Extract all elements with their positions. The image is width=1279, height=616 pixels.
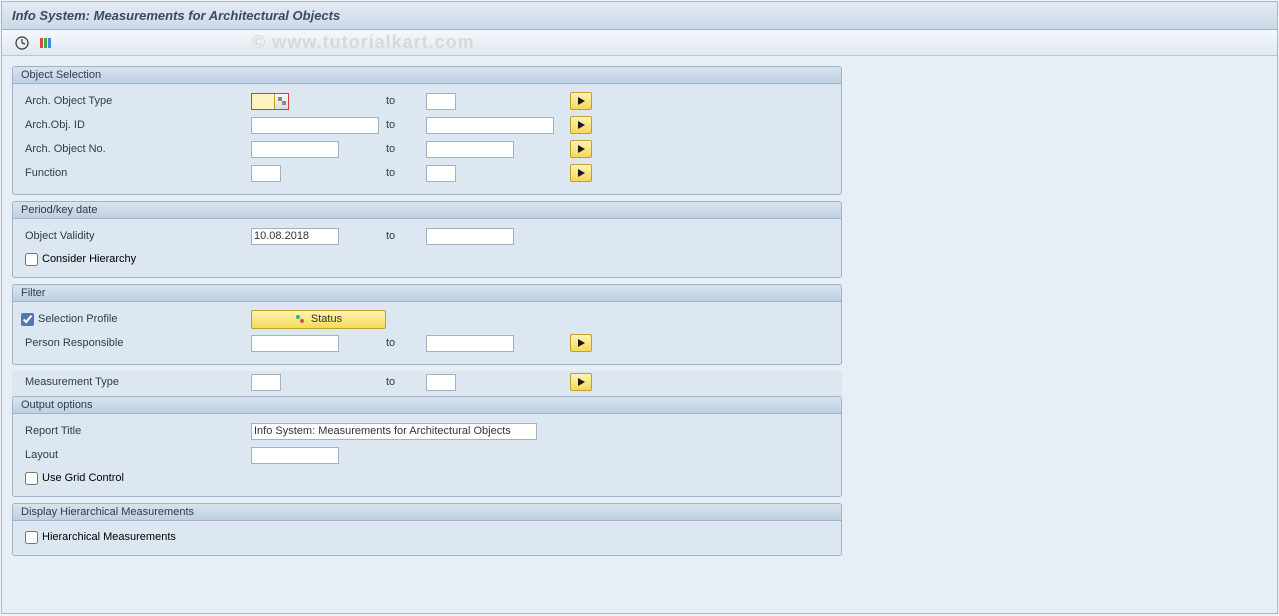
row-measurement-type: Measurement Type to [12,371,842,396]
object-validity-to-input[interactable] [426,228,514,245]
content-area: Object Selection Arch. Object Type to [2,56,1277,572]
toolbar: © www.tutorialkart.com [2,30,1277,56]
group-period: Period/key date Object Validity to Consi… [12,201,842,278]
arrow-right-icon [578,121,585,129]
clock-execute-icon [14,35,30,51]
row-layout: Layout [21,444,833,466]
consider-hierarchy-label: Consider Hierarchy [42,253,136,265]
status-icon [295,314,305,324]
function-to-input[interactable] [426,165,456,182]
arrow-right-icon [578,339,585,347]
label: Arch. Object Type [21,95,251,107]
sap-window: Info System: Measurements for Architectu… [1,1,1278,614]
row-arch-object-no: Arch. Object No. to [21,138,833,160]
label: Arch. Object No. [21,143,251,155]
to-label: to [386,95,426,107]
use-grid-label: Use Grid Control [42,472,124,484]
person-responsible-from-input[interactable] [251,335,339,352]
arch-obj-id-from-input[interactable] [251,117,379,134]
label: Measurement Type [21,376,251,388]
measurement-type-from-input[interactable] [251,374,281,391]
f4-help-icon[interactable] [274,94,288,109]
group-header: Filter [13,285,841,302]
consider-hierarchy-checkbox[interactable] [25,253,38,266]
to-label: to [386,230,426,242]
layout-input[interactable] [251,447,339,464]
object-validity-from-input[interactable] [251,228,339,245]
hierarchical-label: Hierarchical Measurements [42,531,176,543]
status-button-label: Status [311,313,342,325]
arrow-right-icon [578,145,585,153]
hierarchical-checkbox[interactable] [25,531,38,544]
person-responsible-to-input[interactable] [426,335,514,352]
to-label: to [386,167,426,179]
label: Person Responsible [21,337,251,349]
arch-object-type-from-input[interactable] [252,94,274,109]
group-output-options: Output options Report Title Layout Use G… [12,396,842,497]
arch-object-no-to-input[interactable] [426,141,514,158]
row-hierarchical: Hierarchical Measurements [21,527,833,547]
arch-object-no-from-input[interactable] [251,141,339,158]
selection-profile-label: Selection Profile [38,313,118,325]
use-grid-checkbox[interactable] [25,472,38,485]
multiple-selection-button[interactable] [570,140,592,158]
label: Arch.Obj. ID [21,119,251,131]
group-display-hierarchical: Display Hierarchical Measurements Hierar… [12,503,842,556]
row-function: Function to [21,162,833,184]
group-header: Display Hierarchical Measurements [13,504,841,521]
row-arch-object-type: Arch. Object Type to [21,90,833,112]
measurement-type-to-input[interactable] [426,374,456,391]
arch-object-type-from-wrapper [251,93,289,110]
label: Object Validity [21,230,251,242]
row-selection-profile: Selection Profile Status [21,308,833,330]
row-arch-obj-id: Arch.Obj. ID to [21,114,833,136]
to-label: to [386,337,426,349]
group-header: Period/key date [13,202,841,219]
row-consider-hierarchy: Consider Hierarchy [21,249,833,269]
arrow-right-icon [578,169,585,177]
multiple-selection-button[interactable] [570,334,592,352]
label: Report Title [21,425,251,437]
selection-profile-checkbox[interactable] [21,313,34,326]
group-header: Output options [13,397,841,414]
arrow-right-icon [578,97,585,105]
arch-object-type-to-input[interactable] [426,93,456,110]
to-label: to [386,376,426,388]
row-person-responsible: Person Responsible to [21,332,833,354]
to-label: to [386,143,426,155]
group-filter: Filter Selection Profile Status [12,284,842,365]
row-object-validity: Object Validity to [21,225,833,247]
watermark: © www.tutorialkart.com [252,32,475,53]
multiple-selection-button[interactable] [570,92,592,110]
execute-button[interactable] [12,33,32,53]
multiple-selection-button[interactable] [570,164,592,182]
arrow-right-icon [578,378,585,386]
multiple-selection-button[interactable] [570,373,592,391]
to-label: to [386,119,426,131]
multiple-selection-button[interactable] [570,116,592,134]
status-button[interactable]: Status [251,310,386,329]
row-report-title: Report Title [21,420,833,442]
bars-icon [38,35,54,51]
title-bar: Info System: Measurements for Architectu… [2,2,1277,30]
row-use-grid: Use Grid Control [21,468,833,488]
selection-options-button[interactable] [36,33,56,53]
report-title-input[interactable] [251,423,537,440]
group-object-selection: Object Selection Arch. Object Type to [12,66,842,195]
label: Function [21,167,251,179]
page-title: Info System: Measurements for Architectu… [12,8,340,23]
group-header: Object Selection [13,67,841,84]
function-from-input[interactable] [251,165,281,182]
label: Layout [21,449,251,461]
arch-obj-id-to-input[interactable] [426,117,554,134]
